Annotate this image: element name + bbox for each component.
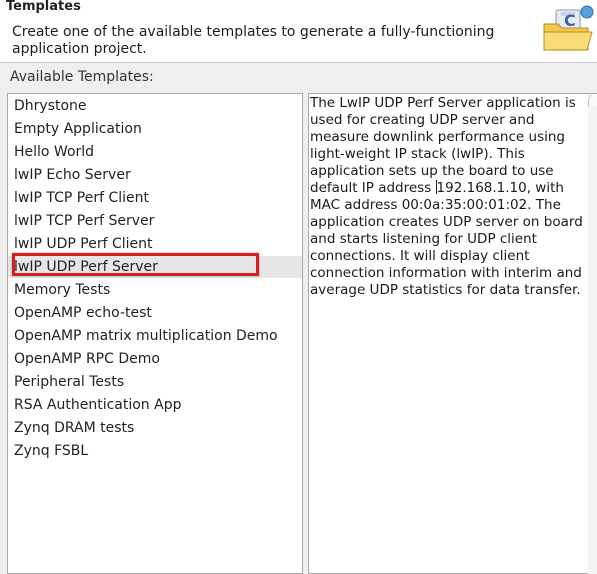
list-item[interactable]: lwIP UDP Perf Server [8,256,302,278]
list-item[interactable]: RSA Authentication App [8,394,302,416]
list-item[interactable]: Dhrystone [8,95,302,117]
list-item[interactable]: Empty Application [8,118,302,140]
page-title: Templates [6,0,81,14]
list-item[interactable]: lwIP UDP Perf Client [8,233,302,255]
list-item[interactable]: Hello World [8,141,302,163]
list-item[interactable]: Peripheral Tests [8,371,302,393]
page-description: Create one of the available templates to… [12,24,495,57]
template-description: The LwIP UDP Perf Server application is … [310,95,592,299]
list-item[interactable]: Memory Tests [8,279,302,301]
wizard-header: Templates Create one of the available te… [0,0,597,63]
template-description-panel[interactable]: The LwIP UDP Perf Server application is … [308,93,597,574]
description-scrollbar[interactable] [588,94,597,574]
description-text-after-caret: 192.168.1.10, with MAC address 00:0a:35:… [310,180,583,298]
svg-text:C: C [564,11,576,30]
templates-list[interactable]: Dhrystone Empty Application Hello World lwI… [7,93,303,574]
list-item[interactable]: OpenAMP matrix multiplication Demo [8,325,302,347]
list-item[interactable]: lwIP TCP Perf Server [8,210,302,232]
list-item[interactable]: Zynq DRAM tests [8,417,302,439]
list-item[interactable]: OpenAMP echo-test [8,302,302,324]
scroll-up-arrow-icon[interactable] [588,94,597,106]
new-c-project-folder-icon: C [543,5,594,51]
list-item[interactable]: lwIP Echo Server [8,164,302,186]
list-item[interactable]: Zynq FSBL [8,440,302,462]
list-item[interactable]: OpenAMP RPC Demo [8,348,302,370]
list-item[interactable]: lwIP TCP Perf Client [8,187,302,209]
available-templates-label: Available Templates: [10,69,154,85]
